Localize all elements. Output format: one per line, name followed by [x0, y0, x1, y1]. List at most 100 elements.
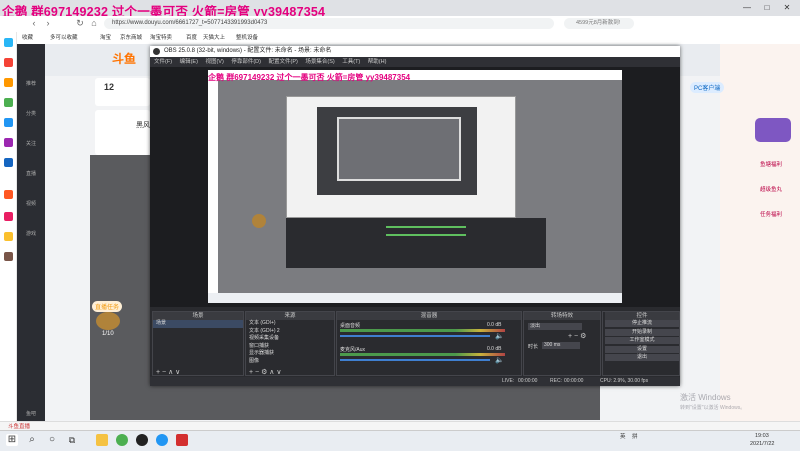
app-icon[interactable] — [4, 138, 13, 147]
recursive-preview — [337, 117, 461, 181]
open-tab-title[interactable]: 斗鱼直播 — [8, 422, 30, 430]
promo-text: 超级鱼丸 — [760, 187, 783, 193]
back-icon[interactable]: ‹ — [28, 17, 40, 29]
bookmark-item[interactable]: 淘宝特卖 — [150, 33, 172, 43]
follow-count: 12 — [104, 82, 115, 92]
douyu-nav-item[interactable]: 直播 — [20, 170, 42, 194]
rec-time: 00:00:00 — [564, 378, 584, 384]
app-icon[interactable] — [4, 38, 13, 47]
search-icon[interactable]: ⌕ — [26, 434, 38, 446]
bookmark-item[interactable]: 整机设备 — [236, 33, 258, 43]
close-button[interactable]: ✕ — [780, 2, 794, 14]
douyu-logo[interactable]: 斗鱼 — [112, 50, 136, 67]
obs-status-bar: LIVE: 00:00:00 REC: 00:00:00 CPU: 2.9%, … — [150, 377, 680, 386]
start-icon[interactable]: ⊞ — [6, 434, 18, 446]
browser-side-dock — [0, 32, 17, 422]
source-item[interactable]: 显示器捕获 — [246, 350, 334, 358]
address-bar[interactable]: https://www.douyu.com/6661727_t=50771433… — [104, 18, 554, 29]
source-add-remove-icons[interactable]: + − ⚙ ∧ ∨ — [249, 368, 281, 376]
profile-card[interactable] — [95, 110, 150, 155]
douyu-nav-item[interactable]: 视频 — [20, 200, 42, 224]
app-icon[interactable] — [4, 118, 13, 127]
menu-docks[interactable]: 停靠部件(D) — [231, 59, 261, 65]
activation-watermark-subtitle: 转到"设置"以激活 Windows。 — [680, 405, 746, 411]
source-item[interactable]: 视频采集设备 — [246, 335, 334, 343]
source-item[interactable]: 图像 — [246, 358, 334, 366]
pc-client-badge[interactable]: PC客户端 — [690, 82, 725, 93]
preview-canvas[interactable]: 企鹅 群697149232 过个一墨可否 火箭=房管 yy39487354 — [208, 70, 622, 303]
ime-indicator[interactable]: 拼 — [632, 432, 638, 440]
app-icon[interactable] — [4, 232, 13, 241]
forward-icon[interactable]: › — [42, 17, 54, 29]
promo-text: 任务福利 — [760, 212, 783, 218]
obs-taskbar-icon[interactable] — [136, 434, 148, 446]
app-icon[interactable] — [4, 212, 13, 221]
obs-menu-bar: 文件(F) 编辑(E) 视图(V) 停靠部件(D) 配置文件(P) 场景集合(S… — [150, 57, 680, 67]
scene-add-remove-icons[interactable]: + − ∧ ∨ — [156, 368, 180, 376]
menu-edit[interactable]: 编辑(E) — [180, 59, 198, 65]
promo-image[interactable] — [755, 118, 791, 142]
search-input[interactable]: 4599元8月新款到! — [564, 18, 634, 29]
source-item[interactable]: 文本 (GDI+) 2 — [246, 328, 334, 336]
nested-meter — [386, 226, 466, 228]
bookmark-item[interactable]: 京东商城 — [120, 33, 142, 43]
source-item[interactable]: 文本 (GDI+) — [246, 320, 334, 328]
menu-scene-collection[interactable]: 场景集合(S) — [305, 59, 334, 65]
cortana-icon[interactable]: ○ — [46, 434, 58, 446]
controls-title: 控件 — [605, 312, 679, 320]
bookmark-item[interactable]: 收藏 — [22, 33, 33, 43]
mixer-dock: 混音器 桌面音频 0.0 dB 🔈 麦克风/Aux 0.0 dB 🔈 — [336, 311, 522, 376]
douyu-nav-item[interactable]: 推荐 — [20, 80, 42, 104]
app-icon[interactable] — [4, 98, 13, 107]
task-tag[interactable]: 直播任务 — [92, 301, 123, 312]
bookmark-item[interactable]: 多可以收藏 — [50, 33, 78, 43]
fishball-icon[interactable] — [96, 312, 120, 330]
preview-taskbar — [208, 293, 622, 303]
menu-file[interactable]: 文件(F) — [154, 59, 172, 65]
transition-add-remove-icons[interactable]: + − ⚙ — [568, 332, 586, 340]
douyu-nav-item[interactable]: 关注 — [20, 140, 42, 164]
home-icon[interactable]: ⌂ — [88, 17, 100, 29]
bookmark-item[interactable]: 淘宝 — [100, 33, 111, 43]
activation-watermark-title: 激活 Windows — [680, 393, 731, 402]
app-icon[interactable] — [4, 158, 13, 167]
browser-icon[interactable] — [116, 434, 128, 446]
app-taskbar-icon[interactable] — [176, 434, 188, 446]
volume-slider[interactable] — [340, 359, 490, 361]
source-item[interactable]: 窗口捕获 — [246, 343, 334, 351]
bookmark-item[interactable]: 天猫大上 — [203, 33, 225, 43]
app-taskbar-icon[interactable] — [156, 434, 168, 446]
exit-button[interactable]: 退出 — [605, 354, 679, 361]
transition-select[interactable]: 淡出 — [528, 323, 582, 330]
menu-help[interactable]: 帮助(H) — [368, 59, 387, 65]
menu-tools[interactable]: 工具(T) — [342, 59, 360, 65]
bookmark-item[interactable]: 百度 — [186, 33, 197, 43]
task-view-icon[interactable]: ⧉ — [66, 434, 78, 446]
app-icon[interactable] — [4, 252, 13, 261]
douyu-nav-item[interactable]: 游戏 — [20, 230, 42, 254]
app-icon[interactable] — [4, 190, 13, 199]
file-explorer-icon[interactable] — [96, 434, 108, 446]
speaker-icon[interactable]: 🔈 — [495, 332, 504, 340]
volume-slider[interactable] — [340, 335, 490, 337]
app-icon[interactable] — [4, 78, 13, 87]
duration-input[interactable]: 300 ms — [542, 342, 580, 349]
douyu-nav-item[interactable]: 分类 — [20, 110, 42, 134]
ime-indicator[interactable]: 英 — [620, 432, 626, 440]
obs-preview-area[interactable]: 企鹅 群697149232 过个一墨可否 火箭=房管 yy39487354 — [150, 67, 680, 307]
menu-view[interactable]: 视图(V) — [205, 59, 223, 65]
settings-button[interactable]: 设置 — [605, 345, 679, 353]
studio-mode-button[interactable]: 工作室模式 — [605, 337, 679, 344]
maximize-button[interactable]: □ — [760, 2, 774, 14]
stop-streaming-button[interactable]: 停止推流 — [605, 320, 679, 327]
clock-date[interactable]: 2021/7/22 — [750, 441, 774, 447]
controls-dock: 控件 停止推流 开始录制 工作室模式 设置 退出 — [602, 311, 680, 376]
refresh-icon[interactable]: ↻ — [74, 17, 86, 29]
app-icon[interactable] — [4, 58, 13, 67]
start-recording-button[interactable]: 开始录制 — [605, 328, 679, 336]
minimize-button[interactable]: — — [740, 2, 754, 14]
scene-item[interactable]: 场景 — [153, 320, 243, 328]
menu-profile[interactable]: 配置文件(P) — [268, 59, 297, 65]
clock-time[interactable]: 19:03 — [755, 433, 769, 439]
speaker-icon[interactable]: 🔈 — [495, 356, 504, 364]
